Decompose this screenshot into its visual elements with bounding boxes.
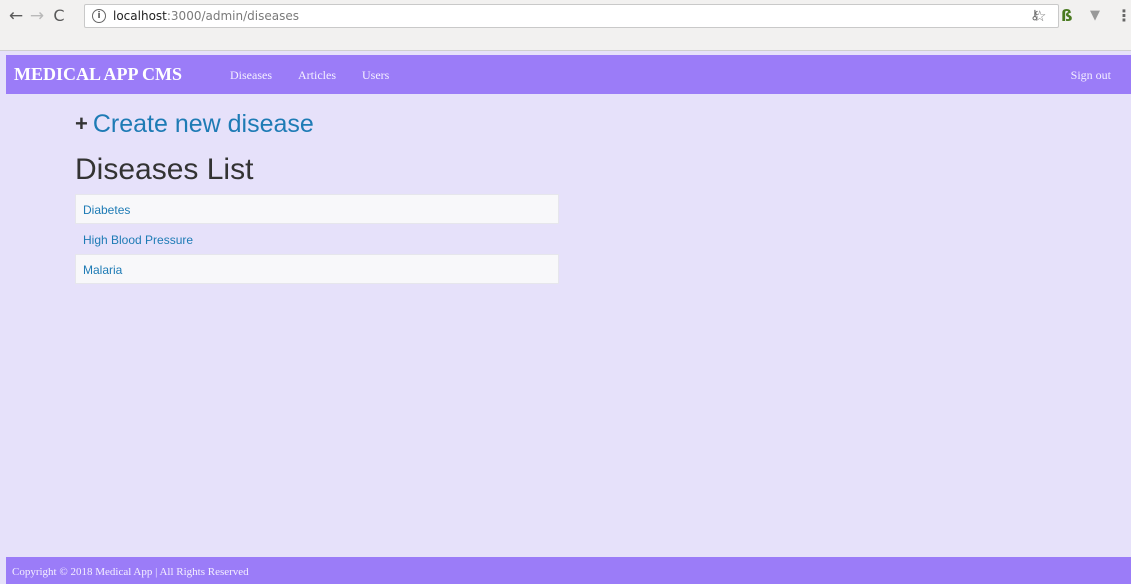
nav-link-diseases[interactable]: Diseases: [230, 68, 272, 83]
list-item-malaria[interactable]: Malaria: [75, 254, 559, 284]
address-bar[interactable]: i localhost:3000/admin/diseases ⚷: [84, 4, 1059, 28]
list-item-diabetes[interactable]: Diabetes: [75, 194, 559, 224]
app-navbar: MEDICAL APP CMS Diseases Articles Users …: [6, 55, 1131, 94]
page-title: Diseases List: [75, 153, 254, 186]
diseases-list: Diabetes High Blood Pressure Malaria: [75, 194, 559, 284]
create-disease-link[interactable]: + Create new disease: [75, 110, 314, 139]
reload-icon[interactable]: C: [49, 6, 69, 26]
forward-icon[interactable]: →: [27, 6, 47, 26]
plus-icon: +: [75, 111, 88, 136]
extension-v-icon[interactable]: ▼: [1090, 8, 1100, 23]
nav-link-articles[interactable]: Articles: [298, 68, 336, 83]
back-icon[interactable]: ←: [6, 6, 26, 26]
menu-icon[interactable]: ⋮: [1116, 6, 1131, 25]
create-disease-label: Create new disease: [92, 110, 314, 138]
star-icon[interactable]: ☆: [1033, 7, 1046, 25]
copyright-text: Copyright © 2018 Medical App | All Right…: [12, 566, 249, 578]
sign-out-link[interactable]: Sign out: [1071, 68, 1111, 83]
url-host: localhost: [113, 9, 167, 23]
brand-logo[interactable]: MEDICAL APP CMS: [14, 64, 182, 85]
extension-b-icon[interactable]: ß: [1061, 6, 1073, 25]
nav-link-users[interactable]: Users: [362, 68, 389, 83]
info-icon[interactable]: i: [92, 9, 106, 23]
list-item-high-blood-pressure[interactable]: High Blood Pressure: [75, 224, 559, 254]
browser-toolbar: ← → C i localhost:3000/admin/diseases ⚷ …: [0, 0, 1131, 51]
url-path: :3000/admin/diseases: [166, 9, 299, 23]
footer: Copyright © 2018 Medical App | All Right…: [6, 557, 1131, 584]
url-text: localhost:3000/admin/diseases: [113, 9, 299, 23]
